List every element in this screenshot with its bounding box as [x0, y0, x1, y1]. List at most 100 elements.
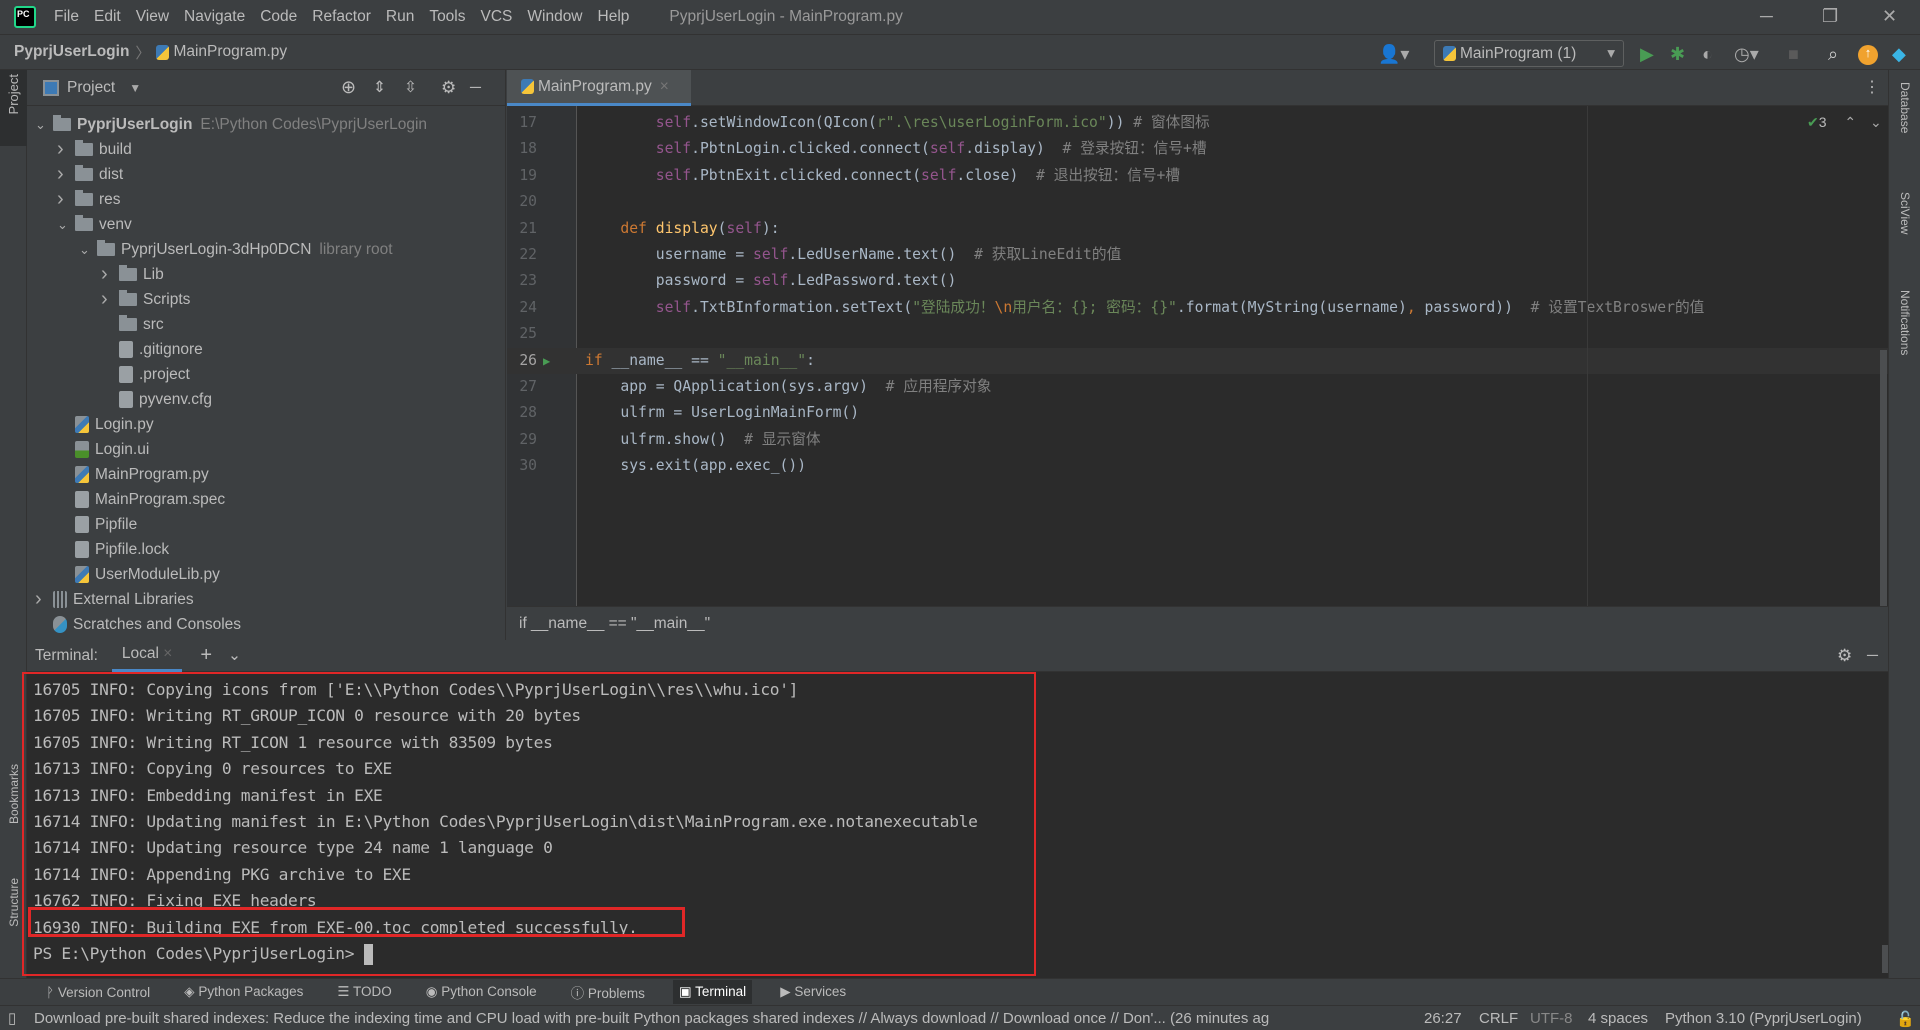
menu-run[interactable]: Run: [386, 8, 414, 26]
gear-icon[interactable]: ⚙: [1837, 646, 1852, 666]
code-line[interactable]: 23 password = self.LedPassword.text(): [507, 268, 1888, 294]
close-tab-icon[interactable]: ×: [163, 645, 172, 662]
next-icon[interactable]: ⌄: [1870, 114, 1882, 130]
restore-button[interactable]: ❐: [1822, 6, 1838, 27]
sciview-tool-button[interactable]: SciView: [1898, 192, 1912, 234]
tree-item[interactable]: .project: [101, 362, 190, 387]
update-icon[interactable]: ↑: [1858, 45, 1878, 65]
expand-all-icon[interactable]: ⇕: [373, 78, 386, 97]
tab-local[interactable]: Local ×: [111, 639, 183, 672]
run-configuration-select[interactable]: MainProgram (1) ▾: [1434, 40, 1624, 67]
menu-tools[interactable]: Tools: [429, 8, 465, 26]
menu-window[interactable]: Window: [527, 8, 582, 26]
tab-mainprogram[interactable]: MainProgram.py ×: [507, 70, 691, 106]
terminal-scrollbar[interactable]: [1882, 945, 1888, 973]
chevron-right-icon[interactable]: ›: [57, 138, 75, 161]
tree-item[interactable]: Login.ui: [57, 437, 149, 462]
coverage-icon[interactable]: ◐: [1702, 44, 1713, 65]
menu-navigate[interactable]: Navigate: [184, 8, 245, 26]
toolbox-icon[interactable]: ◆: [1892, 44, 1906, 65]
tree-item[interactable]: › Scripts: [101, 287, 190, 312]
profile-icon[interactable]: ◷▾: [1734, 44, 1759, 65]
minimize-button[interactable]: ─: [1760, 6, 1773, 27]
code-line[interactable]: 22 username = self.LedUserName.text() # …: [507, 242, 1888, 268]
menu-edit[interactable]: Edit: [94, 8, 121, 26]
debug-icon[interactable]: ✱: [1670, 44, 1685, 65]
tree-item[interactable]: ⌄ venv: [57, 212, 132, 237]
run-icon[interactable]: ▶: [1640, 44, 1654, 65]
toolwindow-version-control[interactable]: ᚹ Version Control: [40, 981, 156, 1004]
tree-item[interactable]: .gitignore: [101, 337, 203, 362]
chevron-down-icon[interactable]: ⌄: [35, 117, 53, 133]
bookmarks-tool-button[interactable]: Bookmarks: [7, 764, 21, 824]
code-line[interactable]: 21 def display(self):: [507, 216, 1888, 242]
tree-item[interactable]: › res: [57, 187, 121, 212]
caret-position[interactable]: 26:27: [1424, 1010, 1462, 1027]
tree-item[interactable]: Scratches and Consoles: [35, 612, 241, 637]
tree-item[interactable]: MainProgram.spec: [57, 487, 225, 512]
stop-icon[interactable]: ■: [1788, 44, 1799, 65]
chevron-down-icon[interactable]: ⌄: [228, 646, 241, 665]
tree-item[interactable]: Pipfile.lock: [57, 537, 169, 562]
editor[interactable]: MainProgram.py × ⋮ 17 self.setWindowIcon…: [507, 70, 1888, 640]
menu-refactor[interactable]: Refactor: [312, 8, 371, 26]
hide-icon[interactable]: ─: [1867, 647, 1878, 665]
toolwindow-python-console[interactable]: ◉ Python Console: [420, 980, 543, 1004]
project-tool-button[interactable]: Project: [0, 70, 27, 146]
chevron-right-icon[interactable]: ›: [101, 263, 119, 286]
toolwindow-services[interactable]: ▶ Services: [774, 980, 852, 1004]
tree-item[interactable]: › Lib: [101, 262, 164, 287]
status-message[interactable]: Download pre-built shared indexes: Reduc…: [34, 1010, 1386, 1027]
new-tab-icon[interactable]: +: [200, 644, 212, 667]
chevron-right-icon[interactable]: ›: [57, 163, 75, 186]
menu-help[interactable]: Help: [598, 8, 630, 26]
structure-tool-button[interactable]: Structure: [7, 878, 21, 927]
database-tool-button[interactable]: Database: [1898, 82, 1912, 133]
chevron-down-icon[interactable]: ⌄: [57, 217, 75, 233]
toolwindow-terminal[interactable]: ▣ Terminal: [672, 980, 753, 1004]
toolwindow-problems[interactable]: ⓘ Problems: [565, 978, 651, 1006]
breadcrumb-file[interactable]: MainProgram.py: [173, 43, 287, 61]
chevron-down-icon[interactable]: ⌄: [79, 242, 97, 258]
code-line[interactable]: 20: [507, 189, 1888, 215]
indent-setting[interactable]: 4 spaces: [1588, 1010, 1648, 1027]
collapse-all-icon[interactable]: ⇳: [404, 78, 417, 97]
close-tab-icon[interactable]: ×: [660, 78, 669, 96]
code-line[interactable]: 25: [507, 321, 1888, 347]
menu-file[interactable]: File: [54, 8, 79, 26]
tree-item[interactable]: pyvenv.cfg: [101, 387, 212, 412]
code-line[interactable]: 30 sys.exit(app.exec_()): [507, 453, 1888, 479]
menu-view[interactable]: View: [136, 8, 169, 26]
notifications-tool-button[interactable]: Notifications: [1898, 290, 1912, 355]
gear-icon[interactable]: ⚙: [441, 78, 456, 98]
editor-scrollbar[interactable]: [1880, 350, 1887, 606]
chevron-down-icon[interactable]: ▼: [129, 81, 141, 95]
user-icon[interactable]: 👤▾: [1378, 44, 1409, 65]
breadcrumb-project[interactable]: PyprjUserLogin: [14, 43, 129, 61]
code-line[interactable]: 24 self.TxtBInformation.setText("登陆成功！\n…: [507, 295, 1888, 321]
tree-item[interactable]: › dist: [57, 162, 123, 187]
previous-icon[interactable]: ⌃: [1844, 114, 1856, 130]
chevron-right-icon[interactable]: ›: [101, 288, 119, 311]
code-line[interactable]: 26 ▶ if __name__ == "__main__":: [507, 347, 1888, 374]
menu-code[interactable]: Code: [260, 8, 297, 26]
line-separator[interactable]: CRLF: [1479, 1010, 1518, 1027]
tree-item[interactable]: src: [101, 312, 164, 337]
close-button[interactable]: ✕: [1882, 6, 1897, 27]
more-icon[interactable]: ⋮: [1864, 77, 1880, 97]
code-breadcrumb[interactable]: if __name__ == "__main__": [507, 606, 1888, 640]
inspections-widget[interactable]: ✔3 ⌃ ⌄: [1807, 114, 1882, 131]
tree-item[interactable]: › build: [57, 137, 132, 162]
project-view-select[interactable]: Project: [67, 79, 115, 97]
chevron-right-icon[interactable]: ›: [35, 588, 53, 611]
chevron-right-icon[interactable]: ›: [57, 188, 75, 211]
tree-item[interactable]: Login.py: [57, 412, 154, 437]
tree-item[interactable]: UserModuleLib.py: [57, 562, 220, 587]
code-line[interactable]: 29 ulfrm.show() # 显示窗体: [507, 427, 1888, 453]
menu-vcs[interactable]: VCS: [481, 8, 513, 26]
tree-item[interactable]: MainProgram.py: [57, 462, 209, 487]
event-icon[interactable]: ▯: [8, 1009, 16, 1027]
hide-icon[interactable]: ─: [470, 79, 481, 97]
tree-item[interactable]: Pipfile: [57, 512, 137, 537]
code-line[interactable]: 17 self.setWindowIcon(QIcon(r".\res\user…: [507, 110, 1888, 136]
